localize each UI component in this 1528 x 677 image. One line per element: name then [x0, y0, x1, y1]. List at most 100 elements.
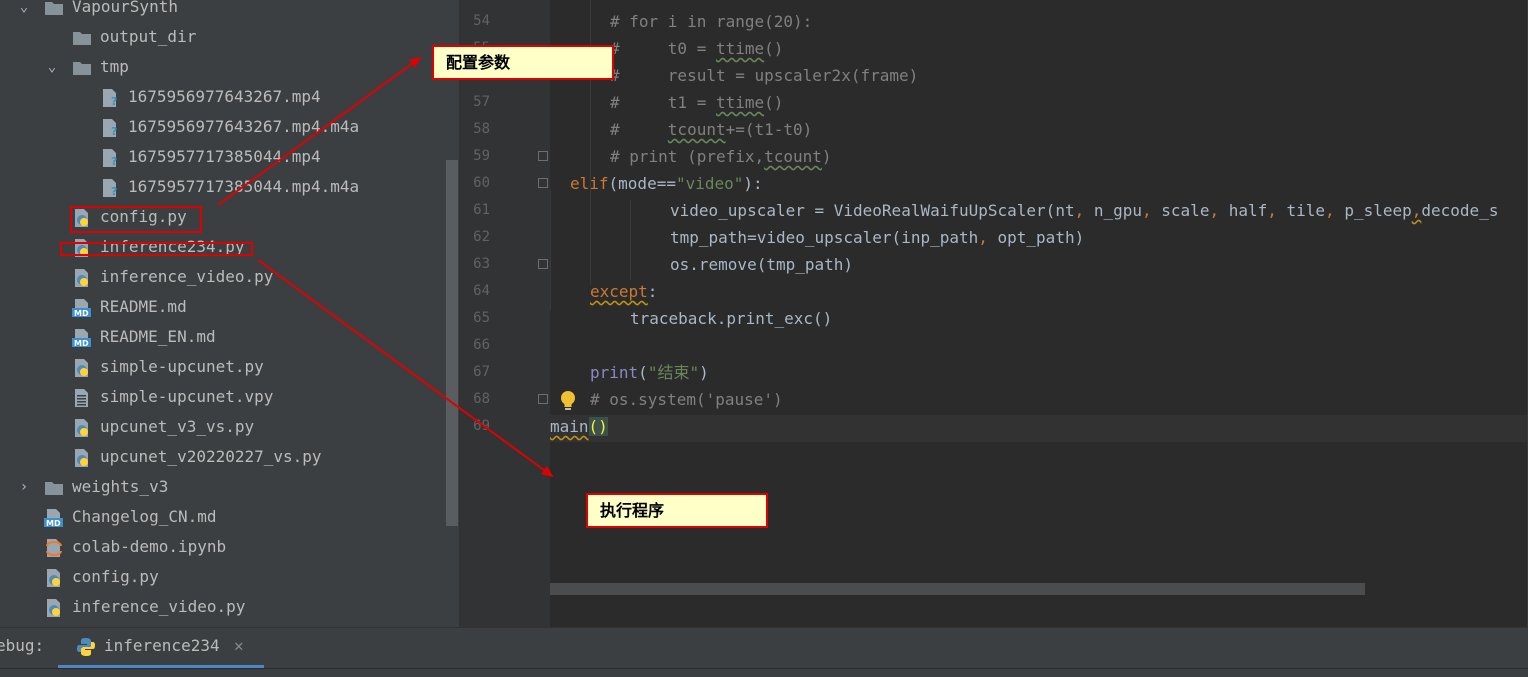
tree-item[interactable]: inference_video.py [0, 592, 445, 622]
code-token: opt_path) [997, 228, 1085, 247]
code-token: () [764, 93, 784, 112]
markdown-file-icon: MD [44, 509, 63, 528]
indent-guide [630, 200, 631, 280]
code-line[interactable]: # t0 = ttime() [610, 35, 783, 62]
code-token: , [1209, 201, 1229, 220]
tree-item-label: 1675956977643267.mp4.m4a [128, 117, 360, 136]
debug-tab-label: inference234 [104, 636, 220, 655]
close-icon[interactable]: ✕ [234, 636, 244, 655]
code-line[interactable]: # t1 = ttime() [610, 89, 783, 116]
code-token: ): [743, 174, 763, 193]
jupyter-file-icon [46, 539, 62, 557]
horizontal-scrollbar[interactable] [550, 583, 1365, 595]
tree-item-label: output_dir [100, 27, 197, 46]
folder-icon [73, 62, 91, 75]
code-token: # result = upscaler2x(frame) [610, 66, 919, 85]
code-token: n_gpu [1093, 201, 1143, 220]
python-file-icon [75, 359, 88, 377]
code-editor[interactable]: 54555657585960616263646566676869 # for i… [460, 0, 1528, 627]
debug-tab-inference234[interactable]: inference234 ✕ [58, 628, 264, 669]
tree-item[interactable]: ? 1675957717385044.mp4 [0, 142, 445, 172]
tree-item[interactable]: ? 1675957717385044.mp4.m4a [0, 172, 445, 202]
tree-item[interactable]: MD README_EN.md [0, 322, 445, 352]
code-line[interactable]: video_upscaler = VideoRealWaifuUpScaler(… [670, 197, 1498, 224]
fold-start-icon[interactable] [538, 178, 548, 188]
tree-item[interactable]: simple-upcunet.py [0, 352, 445, 382]
line-number: 58 [473, 121, 490, 137]
indent-guide [590, 190, 591, 285]
fold-start-icon[interactable] [538, 151, 548, 161]
code-token: () [588, 417, 608, 436]
code-line[interactable]: elif(mode=="video"): [570, 170, 763, 197]
line-number: 64 [473, 283, 490, 299]
code-token: # [610, 120, 668, 139]
folder-icon [45, 2, 63, 15]
code-token: ) [821, 147, 832, 166]
tree-item[interactable]: ⌄ tmp [0, 52, 445, 82]
line-number: 68 [473, 391, 490, 407]
code-token: , [1267, 201, 1287, 220]
code-token: # for i in range(20): [610, 12, 813, 31]
tree-item[interactable]: config.py [0, 202, 445, 232]
tree-item[interactable]: inference_video.py [0, 262, 445, 292]
chevron-right-icon[interactable]: › [16, 472, 32, 502]
markdown-file-icon: MD [72, 329, 91, 348]
tree-scrollbar[interactable] [446, 160, 458, 526]
svg-text:MD: MD [74, 339, 89, 348]
code-token: , [1142, 201, 1162, 220]
code-token: ) [699, 363, 709, 382]
project-tree-panel: ⌄ VapourSynth output_dir ⌄ tmp? 1675956977643… [0, 0, 459, 627]
code-line[interactable]: # result = upscaler2x(frame) [610, 62, 918, 89]
code-line[interactable]: tmp_path=video_upscaler(inp_path, opt_pa… [670, 224, 1084, 251]
tree-item[interactable]: colab-demo.ipynb [0, 532, 445, 562]
code-token: +=(t1-t0) [725, 120, 813, 139]
code-token: "video" [675, 174, 744, 193]
code-token: main [550, 417, 589, 436]
chevron-down-icon[interactable]: ⌄ [44, 52, 60, 82]
config-file-highlight [70, 206, 202, 233]
tree-item-label: inference_video.py [72, 597, 246, 616]
line-number: 60 [473, 175, 490, 191]
code-token: tcount [667, 120, 726, 139]
debug-toolbar: ebug: inference234 ✕ [0, 627, 1528, 669]
code-line[interactable]: os.remove(tmp_path) [670, 251, 853, 278]
code-line[interactable]: main() [550, 413, 608, 440]
code-line[interactable]: except: [590, 278, 657, 305]
fold-end-icon[interactable] [538, 394, 548, 404]
code-line[interactable]: print("结束") [590, 359, 709, 386]
tree-item[interactable]: MD README.md [0, 292, 445, 322]
tree-item[interactable]: ⌄ VapourSynth [0, 0, 445, 22]
tree-item[interactable]: upcunet_v3_vs.py [0, 412, 445, 442]
tree-item[interactable]: › weights_v3 [0, 472, 445, 502]
code-line[interactable]: # os.system('pause') [590, 386, 783, 413]
tree-item[interactable]: config.py [0, 562, 445, 592]
unknown-file-icon: ? [103, 149, 117, 168]
code-token: traceback.print_exc() [630, 309, 833, 328]
chevron-down-icon[interactable]: ⌄ [16, 0, 32, 22]
text-file-icon [75, 389, 88, 407]
python-icon [77, 638, 95, 656]
tree-item[interactable]: ? 1675956977643267.mp4.m4a [0, 112, 445, 142]
code-token: , [1325, 201, 1345, 220]
code-token: : [647, 282, 658, 301]
tree-item[interactable]: MD Changelog_CN.md [0, 502, 445, 532]
fold-end-icon[interactable] [538, 259, 548, 269]
code-line[interactable]: # for i in range(20): [610, 8, 812, 35]
tree-item-label: inference_video.py [100, 267, 274, 286]
tree-item[interactable]: upcunet_v20220227_vs.py [0, 442, 445, 472]
code-line[interactable]: traceback.print_exc() [630, 305, 832, 332]
tree-item-label: tmp [100, 57, 129, 76]
code-token: tmp_path=video_upscaler(inp_path [670, 228, 979, 247]
code-token: video_upscaler = VideoRealWaifuUpScaler(… [670, 201, 1075, 220]
tree-item[interactable]: output_dir [0, 22, 445, 52]
code-token: # print (prefix, [610, 147, 765, 166]
lightbulb-icon[interactable] [558, 390, 578, 412]
code-token: ( [638, 363, 648, 382]
tree-item[interactable]: simple-upcunet.vpy [0, 382, 445, 412]
code-token: ttime [715, 39, 765, 58]
code-line[interactable]: # print (prefix,tcount) [610, 143, 832, 170]
config-callout: 配置参数 [432, 45, 614, 80]
unknown-file-icon: ? [103, 179, 117, 198]
code-line[interactable]: # tcount+=(t1-t0) [610, 116, 812, 143]
tree-item[interactable]: ? 1675956977643267.mp4 [0, 82, 445, 112]
